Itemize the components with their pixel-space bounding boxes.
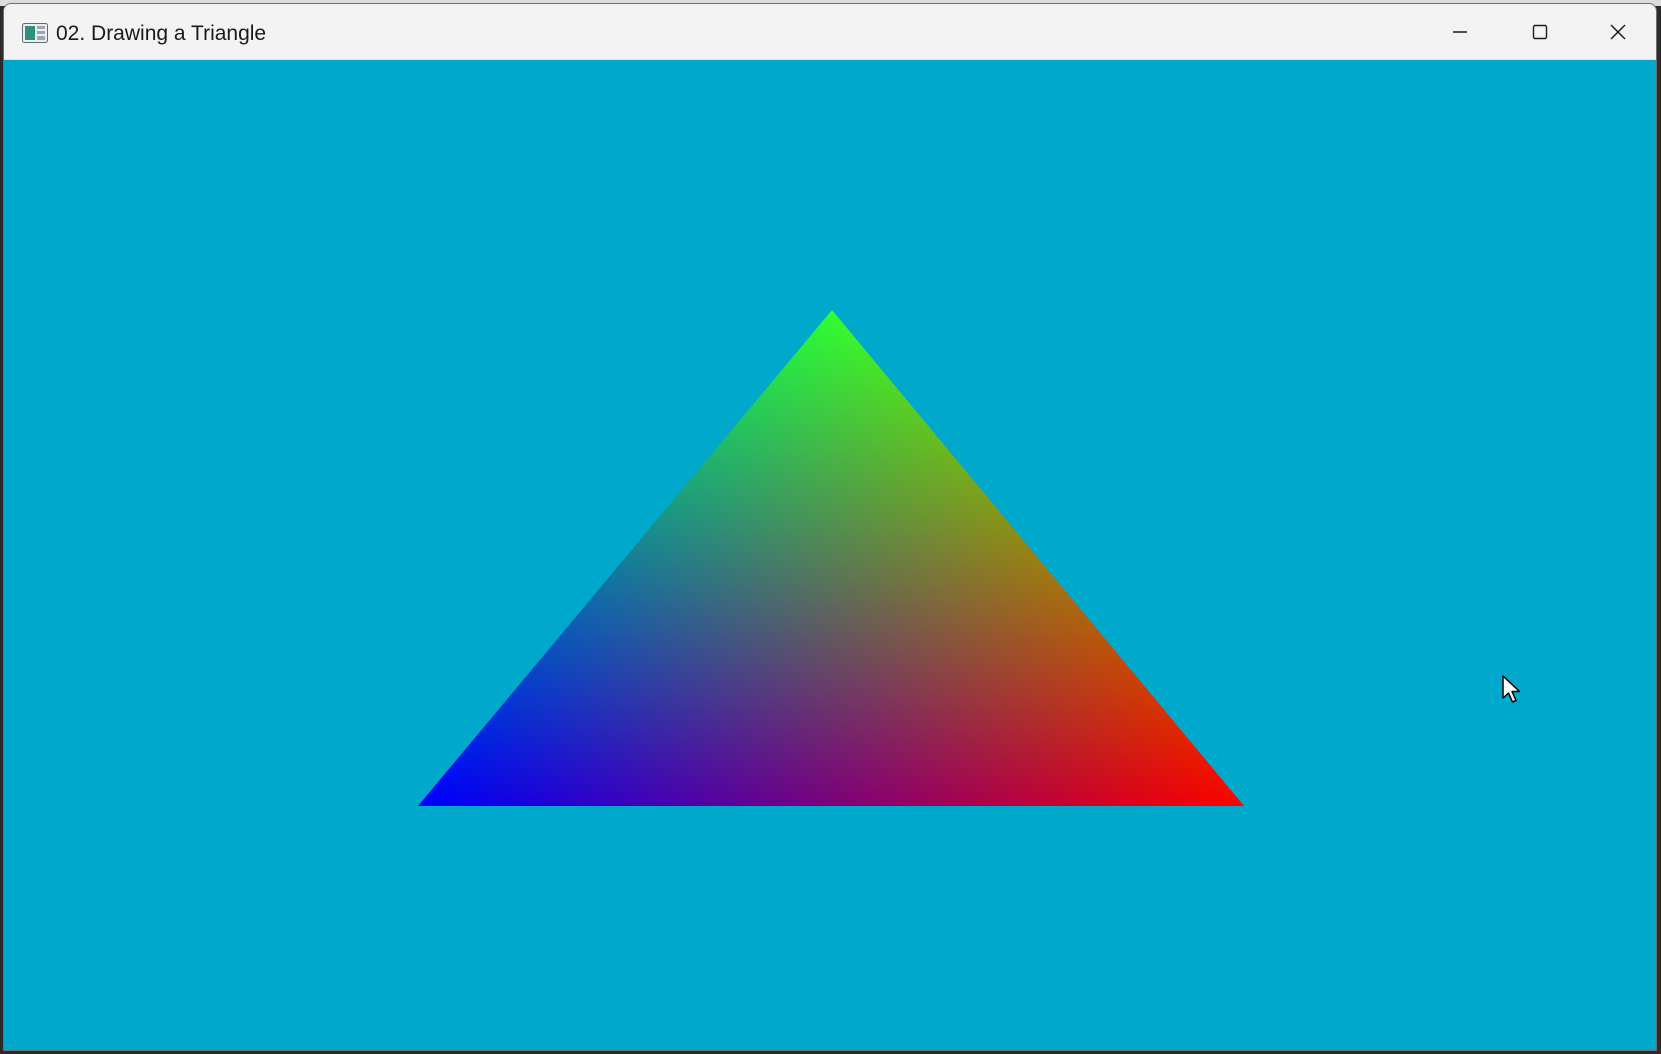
close-icon (1610, 24, 1626, 40)
app-window-icon (22, 23, 48, 43)
maximize-button[interactable] (1500, 4, 1580, 60)
window-title: 02. Drawing a Triangle (56, 22, 267, 45)
minimize-icon (1453, 31, 1467, 33)
mouse-pointer-icon (1502, 675, 1521, 703)
maximize-icon (1532, 24, 1548, 40)
rendered-triangle (418, 310, 1244, 806)
app-window: 02. Drawing a Triangle (3, 3, 1657, 1051)
close-button[interactable] (1578, 4, 1656, 60)
render-viewport[interactable] (4, 60, 1656, 1050)
minimize-button[interactable] (1420, 4, 1500, 60)
title-bar[interactable]: 02. Drawing a Triangle (4, 4, 1656, 60)
